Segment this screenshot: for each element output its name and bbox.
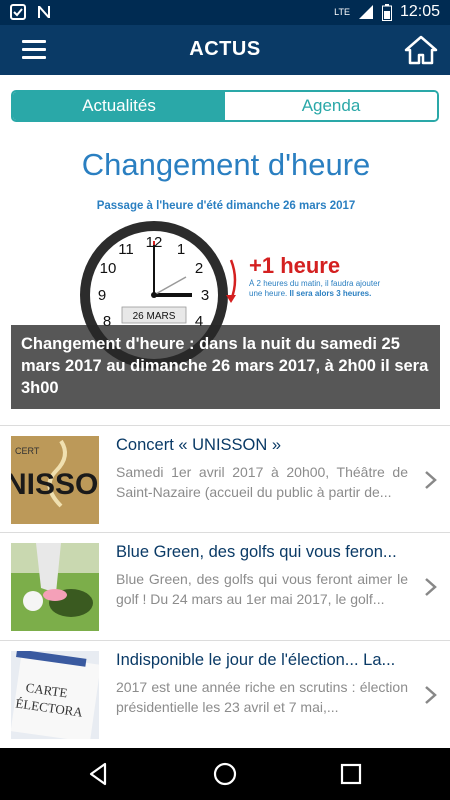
battery-icon bbox=[381, 3, 392, 21]
home-nav-icon[interactable] bbox=[212, 761, 238, 787]
hero-caption: Changement d'heure : dans la nuit du sam… bbox=[11, 325, 440, 409]
list-item[interactable]: CARTE ÉLECTORA Indisponible le jour de l… bbox=[0, 641, 450, 749]
chevron-right-icon bbox=[425, 471, 437, 489]
svg-text:2: 2 bbox=[195, 260, 203, 277]
svg-text:NISSO: NISSO bbox=[11, 468, 98, 501]
svg-text:11: 11 bbox=[118, 241, 134, 258]
svg-text:CERT: CERT bbox=[15, 446, 40, 456]
article-list: NISSO CERT Concert « UNISSON » Samedi 1e… bbox=[0, 425, 450, 749]
n-app-icon bbox=[38, 6, 50, 18]
article-title: Blue Green, des golfs qui vous feron... bbox=[116, 543, 397, 561]
voter-card-thumbnail: CARTE ÉLECTORA bbox=[11, 651, 99, 739]
golf-thumbnail bbox=[11, 543, 99, 631]
hero-image-subtitle: Passage à l'heure d'été dimanche 26 mars… bbox=[97, 200, 356, 212]
system-nav-bar bbox=[0, 748, 450, 800]
app-bar: ACTUS bbox=[0, 25, 450, 75]
status-bar: LTE 12:05 bbox=[0, 0, 450, 25]
back-icon[interactable] bbox=[86, 761, 112, 787]
list-item[interactable]: NISSO CERT Concert « UNISSON » Samedi 1e… bbox=[0, 425, 450, 533]
article-title: Concert « UNISSON » bbox=[116, 436, 282, 454]
svg-text:10: 10 bbox=[100, 260, 117, 277]
tab-agenda[interactable]: Agenda bbox=[225, 92, 437, 120]
page-title: ACTUS bbox=[189, 38, 261, 60]
article-description: Blue Green, des golfs qui vous feront ai… bbox=[116, 571, 408, 607]
status-time: 12:05 bbox=[399, 3, 440, 20]
tab-bar: Actualités Agenda bbox=[11, 90, 439, 122]
notification-icon bbox=[10, 4, 26, 20]
home-icon[interactable] bbox=[404, 35, 438, 65]
hero-image-title: Changement d'heure bbox=[82, 147, 371, 182]
tab-actualites[interactable]: Actualités bbox=[13, 92, 225, 120]
chevron-right-icon bbox=[425, 686, 437, 704]
chevron-right-icon bbox=[425, 578, 437, 596]
recents-icon[interactable] bbox=[338, 761, 364, 787]
hero-image-note-bold: Il sera alors 3 heures. bbox=[289, 289, 372, 298]
list-item[interactable]: Blue Green, des golfs qui vous feron... … bbox=[0, 533, 450, 641]
svg-text:1: 1 bbox=[177, 241, 185, 258]
article-title: Indisponible le jour de l'élection... La… bbox=[116, 651, 396, 669]
article-description: 2017 est une année riche en scrutins : é… bbox=[116, 679, 408, 715]
svg-text:3: 3 bbox=[201, 287, 209, 304]
clock-date: 26 MARS bbox=[133, 311, 176, 322]
article-description: Samedi 1er avril 2017 à 20h00, Théâtre d… bbox=[116, 464, 408, 500]
featured-article[interactable]: Changement d'heure Passage à l'heure d'é… bbox=[11, 135, 440, 409]
network-type: LTE bbox=[334, 7, 350, 17]
concert-thumbnail: NISSO CERT bbox=[11, 436, 99, 524]
svg-text:9: 9 bbox=[98, 287, 106, 304]
plus-hour: +1 heure bbox=[249, 253, 340, 278]
signal-icon bbox=[358, 5, 373, 19]
